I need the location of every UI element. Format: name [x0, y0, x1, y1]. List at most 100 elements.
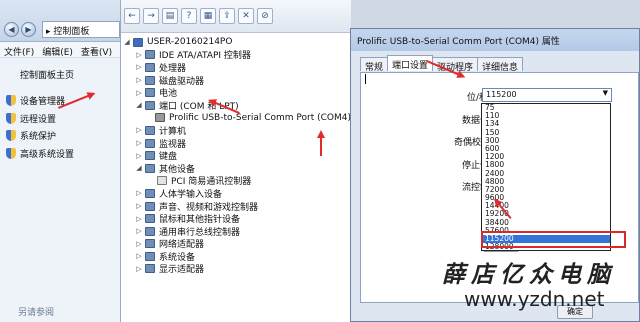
expand-icon[interactable]: ▷: [135, 76, 143, 84]
tree-node-label: 通用串行总线控制器: [159, 227, 241, 238]
baud-option[interactable]: 134: [482, 120, 610, 128]
menu-file[interactable]: 文件(F): [4, 45, 34, 58]
uninstall-icon[interactable]: ✕: [238, 8, 254, 24]
tree-node[interactable]: ▷ 显示适配器: [123, 263, 351, 275]
update-driver-icon[interactable]: ⇪: [219, 8, 235, 24]
expand-icon[interactable]: ▷: [135, 227, 143, 235]
task-remote-settings[interactable]: 远程设置: [6, 112, 56, 125]
device-manager-window: ← → ▤ ? ▦ ⇪ ✕ ⊘ ◢ USER-20160214PO ▷ IDE ATA…: [121, 0, 351, 322]
collapse-icon[interactable]: ◢: [135, 101, 143, 109]
tree-node[interactable]: ▷ 磁盘驱动器: [123, 74, 351, 87]
forward-icon[interactable]: →: [143, 8, 159, 24]
tree-node[interactable]: PCI 简易通讯控制器: [123, 175, 351, 188]
tree-node[interactable]: ◢ USER-20160214PO: [123, 36, 351, 49]
tree-node[interactable]: ▷ 系统设备: [123, 250, 351, 263]
task-label: 设备管理器: [20, 97, 66, 107]
dialog-tabs: 常规 端口设置 驱动程序 详细信息: [360, 55, 524, 73]
menu-view[interactable]: 查看(V): [81, 45, 112, 58]
expand-icon[interactable]: ▷: [135, 202, 143, 210]
device-category-icon: [145, 214, 155, 224]
expand-icon[interactable]: ▷: [135, 89, 143, 97]
back-icon[interactable]: ◀: [4, 22, 19, 37]
expand-icon[interactable]: ▷: [135, 63, 143, 71]
collapse-icon[interactable]: ◢: [135, 164, 143, 172]
tree-node-label: 网络适配器: [159, 240, 205, 251]
baud-option[interactable]: 110: [482, 111, 610, 120]
expand-icon[interactable]: ▷: [135, 215, 143, 223]
address-text: 控制面板: [53, 27, 90, 37]
properties-icon[interactable]: ▤: [162, 8, 178, 24]
device-category-icon: [145, 138, 155, 148]
task-system-protection[interactable]: 系统保护: [6, 129, 56, 142]
highlight-box: [481, 231, 626, 248]
tab-details[interactable]: 详细信息: [477, 57, 524, 73]
tree-node-label: PCI 简易通讯控制器: [171, 177, 252, 188]
watermark-text: 薛店亿众电脑: [442, 261, 616, 288]
task-device-manager[interactable]: 设备管理器: [6, 94, 65, 107]
tree-node[interactable]: ▷ 电池: [123, 86, 351, 99]
device-category-icon: [145, 201, 155, 211]
device-category-icon: [145, 251, 155, 261]
tree-node[interactable]: ▷ 网络适配器: [123, 238, 351, 251]
tree-node-label: 系统设备: [159, 252, 196, 263]
expand-icon[interactable]: ▷: [135, 252, 143, 260]
chevron-down-icon: ▼: [602, 89, 608, 97]
tab-port-settings[interactable]: 端口设置: [387, 55, 434, 71]
expand-icon[interactable]: ▷: [135, 126, 143, 134]
tree-node-label: 电池: [159, 89, 178, 100]
baud-rate-select[interactable]: 115200 ▼: [482, 88, 612, 102]
forward-icon[interactable]: ▶: [21, 22, 36, 37]
expand-icon[interactable]: ▷: [135, 189, 143, 197]
baud-option[interactable]: 75: [482, 104, 610, 112]
back-icon[interactable]: ←: [124, 8, 140, 24]
tree-node-label: 端口 (COM 和 LPT): [159, 101, 239, 112]
tree-node-label: 磁盘驱动器: [159, 76, 205, 87]
baud-option[interactable]: 300: [482, 136, 610, 145]
device-category-icon: [145, 151, 155, 161]
shield-icon: [6, 130, 16, 141]
tree-node[interactable]: ◢ 其他设备: [123, 162, 351, 175]
shield-icon: [6, 148, 16, 159]
tab-driver[interactable]: 驱动程序: [432, 57, 479, 73]
menu-edit[interactable]: 编辑(E): [42, 45, 73, 58]
device-category-icon: [145, 62, 155, 72]
expand-icon[interactable]: ▷: [135, 152, 143, 160]
expand-icon[interactable]: ▷: [135, 139, 143, 147]
baud-option[interactable]: 150: [482, 128, 610, 137]
tree-node[interactable]: ◢ 端口 (COM 和 LPT): [123, 99, 351, 112]
tree-node[interactable]: ▷ 声音、视频和游戏控制器: [123, 200, 351, 213]
tab-general[interactable]: 常规: [360, 57, 389, 73]
device-category-icon: [145, 125, 155, 135]
watermark-url: www.yzdn.net: [464, 287, 605, 311]
tree-node[interactable]: ▷ IDE ATA/ATAPI 控制器: [123, 49, 351, 61]
tree-node[interactable]: ▷ 人体学输入设备: [123, 187, 351, 200]
arrow-icon: [320, 132, 322, 156]
tree-node[interactable]: ▷ 鼠标和其他指针设备: [123, 212, 351, 225]
device-category-icon: [145, 75, 155, 85]
tree-node-label: 鼠标和其他指针设备: [159, 215, 241, 226]
expand-icon[interactable]: ▷: [135, 265, 143, 273]
scan-icon[interactable]: ▦: [200, 8, 216, 24]
disable-icon[interactable]: ⊘: [257, 8, 273, 24]
control-panel-window: ◀ ▶ ▸ 控制面板 文件(F) 编辑(E) 查看(V) 控制面板主页 设备管理…: [0, 0, 121, 322]
tree-node[interactable]: ▷ 通用串行总线控制器: [123, 225, 351, 238]
help-icon[interactable]: ?: [181, 8, 197, 24]
collapse-icon[interactable]: ◢: [123, 38, 131, 46]
device-tree: ◢ USER-20160214PO ▷ IDE ATA/ATAPI 控制器 ▷ 处理器 ▷ 磁…: [123, 36, 351, 275]
address-bar[interactable]: ▸ 控制面板: [42, 21, 120, 38]
task-label: 远程设置: [20, 115, 57, 125]
tree-node[interactable]: ▷ 处理器: [123, 61, 351, 74]
tree-node-label: 键盘: [159, 152, 178, 163]
tree-node[interactable]: ▷ 监视器: [123, 137, 351, 150]
expand-icon[interactable]: ▷: [135, 240, 143, 248]
task-advanced-settings[interactable]: 高级系统设置: [6, 147, 74, 160]
tree-node[interactable]: ▷ 键盘: [123, 149, 351, 162]
baud-rate-value: 115200: [486, 90, 517, 99]
expand-icon[interactable]: ▷: [135, 51, 143, 59]
tree-node-label: USER-20160214PO: [147, 37, 233, 48]
device-category-icon: [145, 163, 155, 173]
control-panel-home-link[interactable]: 控制面板主页: [20, 68, 74, 81]
tree-node-label: Prolific USB-to-Serial Comm Port (COM4): [168, 112, 351, 123]
shield-icon: [6, 113, 16, 124]
menu-bar: 文件(F) 编辑(E) 查看(V): [0, 42, 120, 58]
